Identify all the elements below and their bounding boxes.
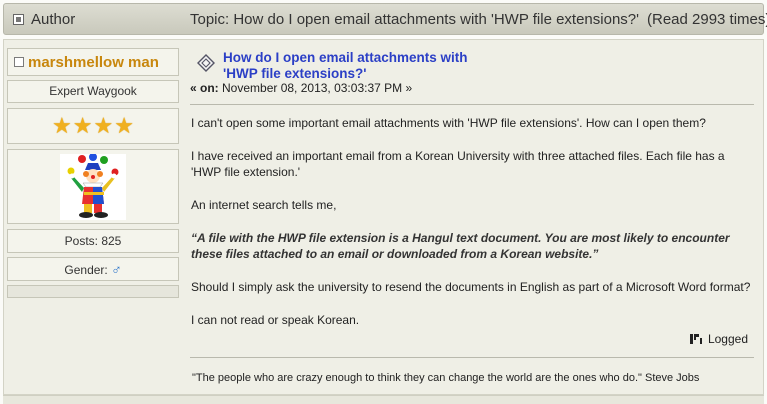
message-quote: “A file with the HWP file extension is a… [191, 231, 730, 261]
poster-post-count: Posts: 825 [7, 229, 179, 253]
message-paragraph: An internet search tells me, [191, 198, 337, 212]
message-paragraph: Should I simply ask the university to re… [191, 280, 751, 294]
topic-title-header: Topic: How do I open email attachments w… [190, 4, 767, 34]
rank-star-icon: ★ [72, 113, 93, 138]
message-paragraph: I can not read or speak Korean. [191, 313, 360, 327]
topic-title: Topic: How do I open email attachments w… [190, 10, 639, 28]
poster-avatar-box [7, 149, 179, 224]
message-paragraph: I can't open some important email attach… [191, 116, 706, 130]
poster-rank-stars: ★ ★ ★ ★ [7, 108, 179, 144]
poster-extra-row [7, 285, 179, 298]
poster-gender: Gender: ♂ [7, 257, 179, 281]
rank-star-icon: ★ [114, 113, 134, 138]
message-subject-link[interactable]: How do I open email attachments with 'HW… [223, 50, 523, 82]
subject-line-1[interactable]: How do I open email attachments with [223, 50, 468, 65]
subject-line-2[interactable]: 'HWP file extensions?' [223, 66, 366, 81]
author-column-header: Author [4, 4, 182, 34]
poster-username-link[interactable]: marshmellow man [28, 54, 159, 71]
signature-divider [190, 357, 754, 358]
poster-rank-title: Expert Waygook [7, 80, 179, 103]
message-date: « on: November 08, 2013, 03:03:37 PM » [190, 81, 412, 95]
logged-label: Logged [707, 332, 748, 346]
male-gender-icon: ♂ [111, 261, 122, 277]
logged-indicator: Logged [689, 332, 748, 346]
user-signature: "The people who are crazy enough to thin… [192, 372, 700, 384]
next-post-strip [3, 395, 764, 404]
date-prefix: « on: [190, 81, 219, 95]
topic-read-count: (Read 2993 times) [647, 10, 767, 28]
message-header: How do I open email attachments with 'HW… [190, 48, 756, 103]
logged-ip-icon [689, 334, 702, 344]
message-paragraph: I have received an important email from … [191, 149, 725, 179]
message-divider-top [190, 104, 754, 105]
forum-page: Author Topic: How do I open email attach… [0, 0, 767, 404]
gender-label: Gender: [64, 263, 108, 277]
topic-header-bar: Author Topic: How do I open email attach… [3, 3, 767, 35]
rank-star-icon: ★ [52, 113, 72, 138]
online-status-icon [14, 57, 24, 67]
date-value: November 08, 2013, 03:03:37 PM » [222, 81, 413, 95]
author-header-icon [13, 13, 24, 25]
avatar[interactable] [60, 153, 126, 220]
message-xx-icon [197, 54, 215, 72]
forum-post: marshmellow man Expert Waygook ★ ★ ★ ★ P… [3, 39, 764, 395]
rank-star-icon: ★ [93, 113, 114, 138]
message-column: How do I open email attachments with 'HW… [190, 48, 756, 384]
poster-name-box: marshmellow man [7, 48, 179, 76]
author-header-label: Author [31, 10, 76, 28]
